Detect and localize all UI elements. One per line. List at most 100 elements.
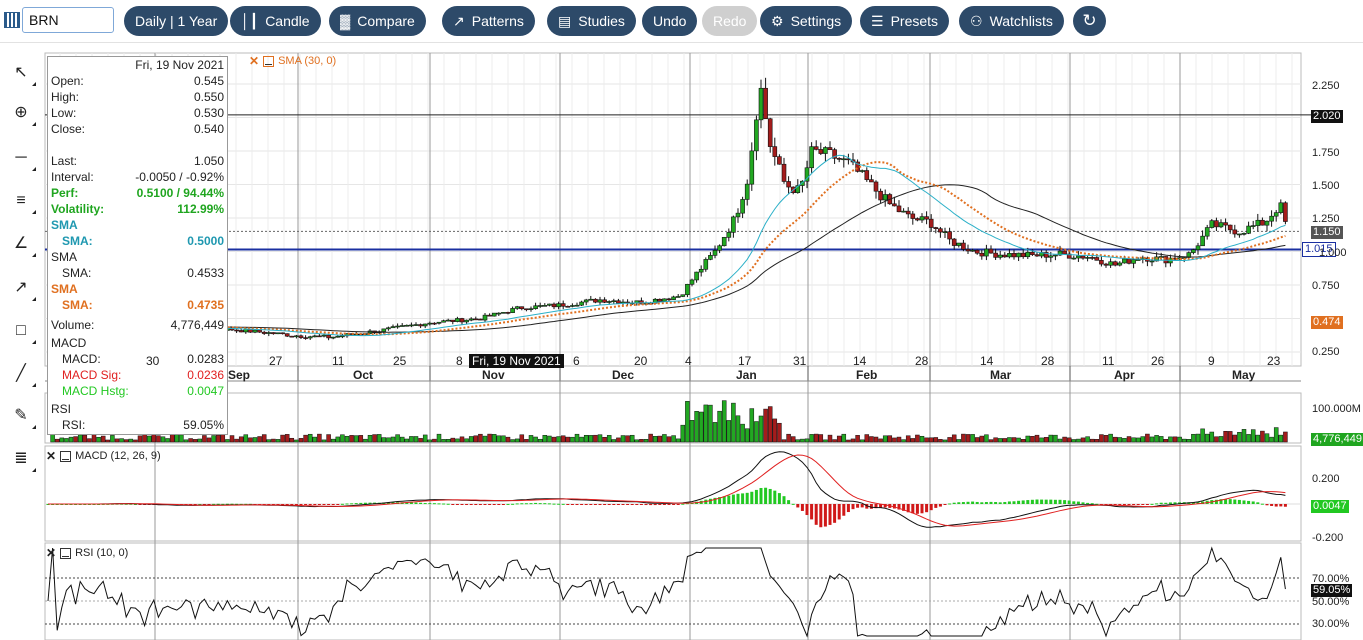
close-label: Close:	[51, 122, 86, 136]
collapse-rsi-icon[interactable]	[60, 547, 72, 559]
volume-bar	[399, 436, 405, 443]
macd-histogram-bar	[1164, 502, 1168, 504]
macd-histogram-bar	[534, 502, 538, 504]
candle-body	[896, 205, 902, 213]
macd-histogram-bar	[1044, 499, 1048, 504]
macd-histogram-bar	[676, 504, 680, 505]
candle-body	[464, 319, 469, 323]
candle-body	[680, 294, 686, 297]
macd-histogram-bar	[612, 504, 616, 505]
candle-body	[1094, 257, 1100, 261]
volume-bar	[179, 434, 184, 443]
volume-bar	[597, 434, 603, 443]
volume-bar	[211, 435, 216, 443]
volume-bar	[809, 434, 814, 443]
volume-bar	[133, 439, 138, 443]
volume-bar	[220, 434, 226, 443]
volume-bar	[123, 439, 129, 443]
volume-bar	[836, 435, 842, 443]
candle-body	[395, 325, 400, 328]
interval-change-value: -0.0050 / -0.92%	[135, 170, 224, 184]
volume-bar	[455, 438, 460, 443]
macd-histogram-bar	[327, 504, 331, 505]
candle-body	[777, 156, 782, 165]
x-tick: 28	[1041, 354, 1055, 368]
macd-histogram-bar	[1159, 502, 1163, 504]
volume-bar	[238, 436, 244, 443]
macd-histogram-bar	[313, 504, 317, 505]
volume-bar	[234, 438, 239, 443]
volume-bar	[243, 434, 249, 443]
macd-histogram-bar	[920, 504, 924, 514]
candle-body	[731, 216, 736, 233]
candle-body	[289, 335, 295, 338]
volume-bar	[1011, 437, 1017, 443]
volume-bar	[1131, 437, 1136, 443]
macd-histogram-bar	[833, 504, 837, 523]
macd-histogram-bar	[465, 504, 469, 505]
volume-bar	[404, 438, 410, 443]
volume-bar	[786, 433, 791, 443]
macd-histogram-bar	[308, 504, 312, 505]
high-price-tag: 2.020	[1311, 110, 1343, 123]
volume-bar	[942, 439, 948, 443]
remove-sma30-icon[interactable]: ✕	[249, 54, 259, 68]
volume-bar	[1108, 433, 1113, 443]
collapse-macd-icon[interactable]	[60, 450, 72, 462]
candle-body	[1089, 257, 1095, 259]
volume-bar	[64, 438, 69, 443]
candle-body	[340, 335, 345, 338]
remove-macd-icon[interactable]: ✕	[46, 449, 56, 463]
macd-histogram-bar	[437, 503, 441, 505]
macd-histogram-bar	[350, 503, 354, 505]
candle-body	[1085, 257, 1090, 259]
volume-bar	[160, 436, 166, 443]
candle-body	[823, 147, 828, 154]
last-price-tag: 1.150	[1311, 226, 1343, 239]
volume-bar	[1158, 436, 1164, 443]
candle-body	[915, 218, 920, 221]
volume-bar	[1260, 430, 1265, 443]
candle-body	[275, 332, 281, 335]
remove-rsi-icon[interactable]: ✕	[46, 546, 56, 560]
month-label: Feb	[856, 368, 878, 382]
macd-histogram-bar	[506, 503, 510, 505]
candle-body	[294, 335, 299, 338]
macd-histogram-bar	[708, 498, 712, 504]
candle-body	[1218, 222, 1224, 228]
candle-body	[593, 298, 598, 303]
macd-histogram-bar	[1141, 504, 1145, 505]
macd-histogram-bar	[1233, 499, 1237, 504]
macd-histogram-bar	[1030, 499, 1034, 504]
candle-body	[703, 259, 709, 270]
volume-bar	[1283, 431, 1288, 443]
volume-bar	[574, 433, 580, 443]
volume-bar	[685, 401, 690, 443]
volume-bar	[763, 408, 768, 443]
macd-histogram-bar	[644, 504, 648, 506]
volume-bar	[818, 434, 824, 443]
candle-body	[740, 199, 745, 214]
volume-bar	[1214, 436, 1219, 443]
macd-histogram-bar	[823, 504, 827, 527]
volume-bar	[800, 438, 805, 443]
volume-bar	[984, 434, 989, 443]
volume-bar	[1099, 434, 1104, 443]
volume-bar	[1112, 436, 1118, 443]
volume-tag: 4,776,449	[1311, 433, 1363, 446]
volume-bar	[1163, 439, 1169, 443]
volume-bar	[1246, 434, 1251, 443]
collapse-sma30-icon[interactable]	[263, 55, 275, 67]
macd-histogram-bar	[658, 504, 662, 505]
candle-body	[859, 170, 865, 172]
volatility-value: 112.99%	[177, 202, 224, 216]
volume-bar	[1080, 437, 1086, 443]
volume-bar	[1135, 437, 1141, 443]
volume-value: 4,776,449	[170, 318, 224, 332]
macd-histogram-bar	[1067, 500, 1071, 504]
macd-histogram-bar	[1072, 501, 1076, 504]
volume-bar	[1218, 436, 1224, 443]
candle-body	[712, 250, 718, 256]
candle-body	[445, 319, 451, 322]
candle-body	[505, 312, 511, 314]
